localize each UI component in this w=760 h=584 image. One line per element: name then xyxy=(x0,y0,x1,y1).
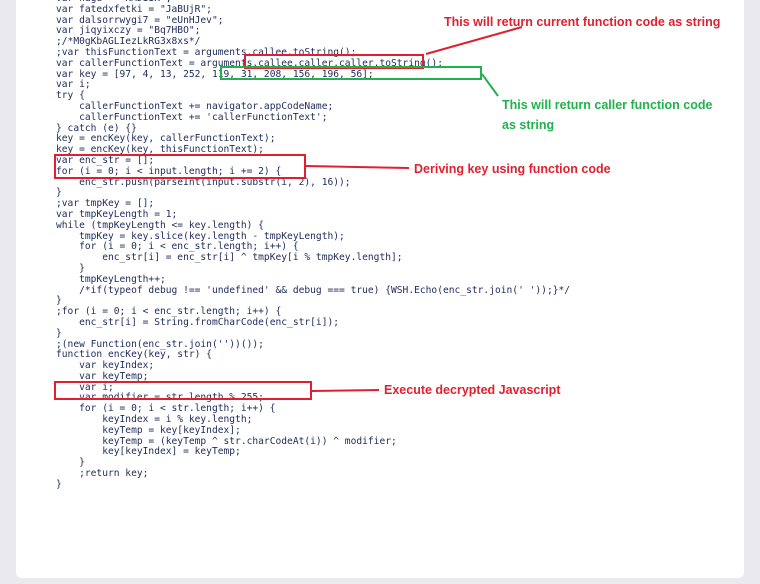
annotation-deriving-key: Deriving key using function code xyxy=(414,162,611,176)
annotation-arrows xyxy=(305,26,523,392)
annotation-this-function: This will return current function code a… xyxy=(444,15,721,29)
annotation-caller-function-line2: as string xyxy=(502,118,555,132)
annotation-execute: Execute decrypted Javascript xyxy=(384,383,561,397)
annotation-caller-function-line1: This will return caller function code xyxy=(502,98,713,112)
screenshot-frame: var nagu = "KMDIIK";var fatedxfetki = "J… xyxy=(16,0,744,578)
